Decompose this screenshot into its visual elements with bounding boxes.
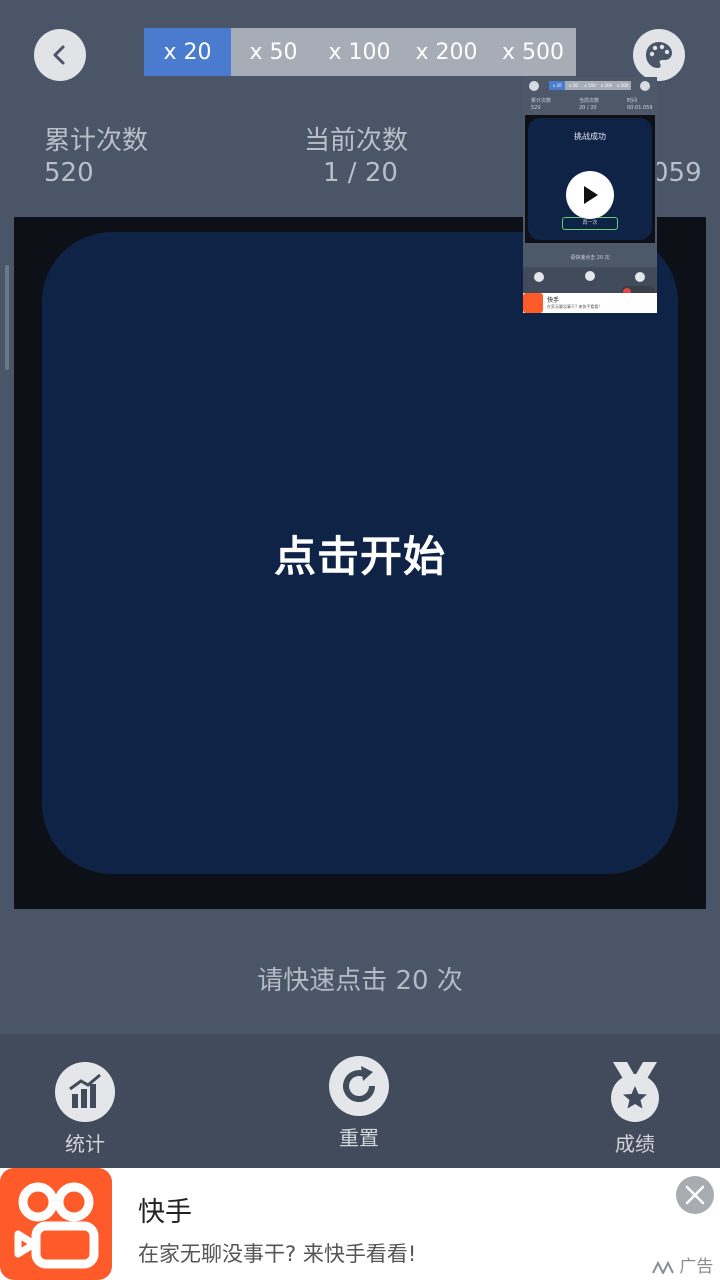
thumb-back-icon <box>529 81 539 91</box>
ad-description: 在家无聊没事干? 来快手看看! <box>138 1242 417 1266</box>
thumb-hint: 请快速点击 20 次 <box>570 255 610 261</box>
thumb-multiplier: x 200 <box>600 83 613 88</box>
thumb-ad-banner: 快手 在家无聊没事干? 来快手看看! <box>523 293 657 313</box>
nav-score-label: 成绩 <box>615 1132 655 1156</box>
current-count-label: 当前次数 <box>304 126 409 156</box>
multiplier-x500[interactable]: x 500 <box>490 28 576 76</box>
nav-reset-label: 重置 <box>339 1126 379 1150</box>
bar-chart-icon <box>55 1062 115 1122</box>
time-value-partial: 059 <box>652 158 702 188</box>
play-button[interactable] <box>566 171 614 219</box>
thumb-stat-current: 当前次数 20 / 20 <box>579 98 599 112</box>
theme-button[interactable] <box>633 29 685 81</box>
thumb-multiplier: x 500 <box>617 83 629 88</box>
ad-tag-label: 广告 <box>679 1257 714 1277</box>
thumb-stat-label: 当前次数 <box>579 98 600 104</box>
preview-thumbnail[interactable]: x 20 x 50 x 100 x 200 x 500 累计次数 520 当前次… <box>523 77 657 313</box>
palette-icon <box>646 42 672 68</box>
ad-network-icon <box>652 1260 674 1276</box>
current-count-value: 1 / 20 <box>323 158 398 188</box>
thumb-stat-value: 520 <box>531 105 541 111</box>
thumb-stat-value: 00:01.059 <box>627 105 653 111</box>
thumb-palette-icon <box>640 81 650 91</box>
thumb-multiplier-selector: x 20 x 50 x 100 x 200 x 500 <box>549 81 631 90</box>
start-prompt: 点击开始 <box>273 531 446 581</box>
tap-hint: 请快速点击 20 次 <box>257 966 463 996</box>
chevron-left-icon <box>53 45 65 65</box>
refresh-icon <box>329 1056 389 1116</box>
thumb-stat-label: 累计次数 <box>531 98 552 104</box>
thumb-stat-time: 时间 00:01.059 <box>627 98 653 112</box>
thumb-multiplier: x 50 <box>569 83 578 88</box>
thumb-multiplier: x 100 <box>584 83 596 88</box>
back-button[interactable] <box>34 29 86 81</box>
multiplier-x100[interactable]: x 100 <box>316 28 403 76</box>
play-icon <box>584 186 598 204</box>
medal-icon <box>611 1062 659 1122</box>
thumb-ad-description: 在家无聊没事干? 来快手看看! <box>547 304 600 309</box>
total-count-label: 累计次数 <box>44 126 149 156</box>
thumb-stat-total: 累计次数 520 <box>531 98 551 112</box>
bottom-nav: 统计 重置 成绩 <box>0 1034 720 1168</box>
nav-reset[interactable]: 重置 <box>328 1056 390 1151</box>
close-icon <box>685 1185 705 1205</box>
ad-banner[interactable]: 快手 在家无聊没事干? 来快手看看! <box>0 1168 720 1280</box>
nav-stats[interactable]: 统计 <box>54 1062 116 1157</box>
nav-score[interactable]: 成绩 <box>604 1060 666 1157</box>
thumb-stat-label: 时间 <box>627 98 638 104</box>
tap-pad[interactable]: 点击开始 <box>42 232 678 874</box>
thumb-kuaishou-logo <box>523 293 543 313</box>
ad-close-button[interactable] <box>676 1176 714 1214</box>
thumb-stat-value: 20 / 20 <box>579 105 597 111</box>
thumb-multiplier: x 20 <box>549 81 566 90</box>
ad-title: 快手 <box>138 1197 192 1228</box>
scroll-indicator <box>5 265 9 370</box>
multiplier-x20[interactable]: x 20 <box>144 28 231 76</box>
nav-stats-label: 统计 <box>65 1132 105 1156</box>
ad-tag: 广告 <box>652 1252 713 1277</box>
multiplier-x200[interactable]: x 200 <box>403 28 490 76</box>
thumb-success-title: 挑战成功 <box>574 132 606 141</box>
kuaishou-logo <box>0 1168 112 1280</box>
total-count-value: 520 <box>44 158 94 188</box>
multiplier-selector: x 20 x 50 x 100 x 200 x 500 <box>144 28 576 76</box>
thumb-ad-title: 快手 <box>547 297 560 304</box>
multiplier-x50[interactable]: x 50 <box>231 28 316 76</box>
